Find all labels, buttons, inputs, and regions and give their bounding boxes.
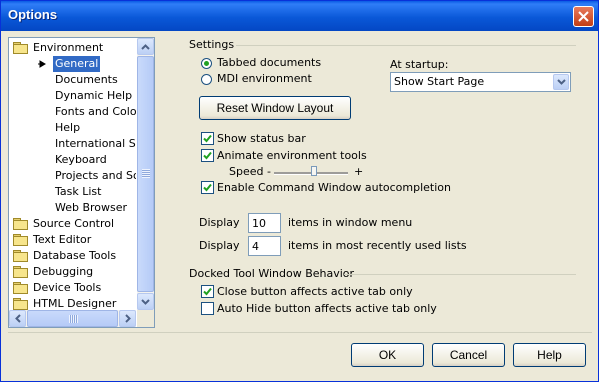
tree-item-source-control[interactable]: Source Control: [9, 216, 136, 232]
speed-slider-thumb[interactable]: [311, 166, 318, 176]
scroll-up-button[interactable]: [137, 38, 154, 55]
folder-icon: [13, 266, 28, 278]
scroll-corner: [137, 310, 154, 327]
tree-items: Environment General Documents Dynamic He…: [9, 38, 136, 310]
window-title: Options: [8, 7, 58, 22]
chevron-down-icon: [141, 298, 150, 305]
tree-item-text-editor[interactable]: Text Editor: [9, 232, 136, 248]
startup-dropdown[interactable]: Show Start Page: [390, 72, 571, 92]
auto-hide-checkbox[interactable]: [201, 302, 214, 315]
docked-group-label: Docked Tool Window Behavior: [189, 267, 355, 280]
reset-window-layout-button[interactable]: Reset Window Layout: [199, 96, 351, 120]
tree-item-environment[interactable]: Environment: [9, 40, 136, 56]
cancel-button[interactable]: Cancel: [432, 343, 505, 367]
grip-icon: [69, 315, 78, 323]
command-autocompletion-checkbox[interactable]: [201, 181, 214, 194]
dialog-client: Environment General Documents Dynamic He…: [4, 31, 595, 379]
settings-divider: [236, 45, 576, 47]
ok-button[interactable]: OK: [351, 343, 424, 367]
checkmark-icon: [203, 151, 212, 160]
folder-icon: [13, 234, 28, 246]
close-button[interactable]: [573, 6, 594, 27]
scroll-left-button[interactable]: [9, 310, 26, 327]
command-autocompletion-label[interactable]: Enable Command Window autocompletion: [217, 181, 451, 194]
tree-horizontal-scrollbar[interactable]: [9, 310, 136, 327]
speed-plus-label: +: [354, 165, 364, 178]
close-icon: [578, 11, 589, 22]
mru-items-input[interactable]: [248, 236, 281, 256]
grip-icon: [142, 169, 150, 178]
display-label: Display: [199, 239, 240, 252]
dropdown-button[interactable]: [553, 74, 569, 90]
docked-divider: [344, 274, 576, 276]
speed-label: Speed -: [229, 165, 271, 178]
animate-tools-label[interactable]: Animate environment tools: [217, 149, 367, 162]
tabbed-documents-label[interactable]: Tabbed documents: [217, 56, 321, 69]
options-window: Options Environment General Documents Dy…: [0, 0, 599, 382]
folder-icon: [13, 42, 28, 54]
arrow-icon: [38, 60, 46, 68]
at-startup-label: At startup:: [390, 58, 449, 71]
auto-hide-label[interactable]: Auto Hide button affects active tab only: [217, 302, 437, 315]
settings-group-label: Settings: [189, 38, 235, 51]
title-bar[interactable]: Options: [1, 1, 598, 31]
mdi-environment-radio[interactable]: [201, 74, 212, 85]
close-button-checkbox[interactable]: [201, 285, 214, 298]
tree-item-device-tools[interactable]: Device Tools: [9, 280, 136, 296]
show-status-bar-checkbox[interactable]: [201, 132, 214, 145]
show-status-bar-label[interactable]: Show status bar: [217, 132, 306, 145]
folder-icon: [13, 282, 28, 294]
close-button-label[interactable]: Close button affects active tab only: [217, 285, 413, 298]
window-menu-items-input[interactable]: [248, 213, 281, 233]
checkmark-icon: [203, 287, 212, 296]
horizontal-scroll-thumb[interactable]: [27, 310, 118, 327]
startup-value: Show Start Page: [394, 75, 485, 88]
vertical-scroll-thumb[interactable]: [137, 56, 154, 292]
help-button[interactable]: Help: [513, 343, 586, 367]
window-menu-suffix: items in window menu: [288, 216, 413, 229]
radio-dot: [204, 61, 209, 66]
tabbed-documents-radio[interactable]: [201, 58, 212, 69]
tree-item-general[interactable]: General: [9, 56, 136, 72]
chevron-down-icon: [556, 79, 566, 85]
mru-suffix: items in most recently used lists: [288, 239, 467, 252]
folder-icon: [13, 218, 28, 230]
chevron-right-icon: [124, 314, 131, 323]
mdi-environment-label[interactable]: MDI environment: [217, 72, 312, 85]
tree-item-html-designer[interactable]: HTML Designer: [9, 296, 136, 310]
footer-divider: [8, 332, 592, 334]
tree-vertical-scrollbar[interactable]: [137, 38, 154, 310]
scroll-right-button[interactable]: [119, 310, 136, 327]
scroll-down-button[interactable]: [137, 293, 154, 310]
chevron-left-icon: [14, 314, 21, 323]
display-label: Display: [199, 216, 240, 229]
tree-item-database-tools[interactable]: Database Tools: [9, 248, 136, 264]
chevron-up-icon: [141, 43, 150, 50]
category-tree[interactable]: Environment General Documents Dynamic He…: [8, 37, 155, 328]
tree-item-debugging[interactable]: Debugging: [9, 264, 136, 280]
folder-icon: [13, 298, 28, 310]
checkmark-icon: [203, 183, 212, 192]
animate-tools-checkbox[interactable]: [201, 149, 214, 162]
folder-icon: [13, 250, 28, 262]
checkmark-icon: [203, 134, 212, 143]
